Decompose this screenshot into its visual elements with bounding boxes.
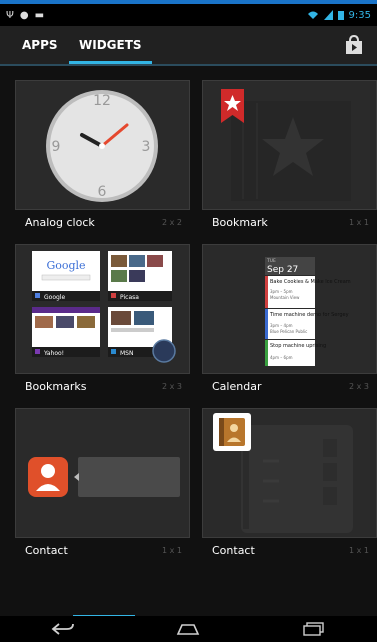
widget-size: 1 x 1 xyxy=(349,218,369,227)
event-time: 4pm – 6pm xyxy=(270,355,293,360)
bookmark-title: MSN xyxy=(120,350,133,357)
widget-grid: 12 3 6 9 Analog clock 2 x 2 Bookmark 1 x… xyxy=(0,66,377,616)
clock-12: 12 xyxy=(93,93,111,109)
status-bar: Ψ ● ▬ 9:35 xyxy=(0,4,377,26)
navigation-bar xyxy=(0,616,377,642)
bookmark-title: Picasa xyxy=(120,294,139,301)
event-title: Stop machine uprising xyxy=(270,343,326,349)
bookmark-title: Yahoo! xyxy=(43,350,64,357)
google-logo: Google xyxy=(46,259,85,272)
wifi-icon xyxy=(307,11,318,19)
event-title: Time machine demo for Sergey xyxy=(269,312,349,318)
status-time: 9:35 xyxy=(348,9,371,21)
widget-preview: TUE Sep 27 Bake Cookies & Make Ice Cream… xyxy=(202,244,377,374)
widget-label: Contact xyxy=(25,544,68,557)
widget-label: Bookmarks xyxy=(25,380,87,393)
bookmark-title: Google xyxy=(44,294,65,301)
clock-9: 9 xyxy=(52,139,61,155)
calendar-date: Sep 27 xyxy=(267,265,298,275)
calendar-preview: TUE Sep 27 Bake Cookies & Make Ice Cream… xyxy=(265,257,351,366)
widget-preview xyxy=(15,408,190,538)
calendar-day: TUE xyxy=(266,258,276,264)
widget-label: Calendar xyxy=(212,380,262,393)
notification-dot-icon: ● xyxy=(19,9,29,21)
widget-size: 1 x 1 xyxy=(349,546,369,555)
widget-preview: Google Google Picasa Yahoo! MSN xyxy=(15,244,190,374)
widget-size: 2 x 2 xyxy=(162,218,182,227)
event-time: 3pm – 4pm xyxy=(270,323,293,328)
widget-size: 2 x 3 xyxy=(349,382,369,391)
widget-label: Contact xyxy=(212,544,255,557)
widget-preview xyxy=(202,408,377,538)
recent-apps-icon[interactable] xyxy=(302,622,326,636)
battery-icon xyxy=(337,11,344,20)
tab-apps[interactable]: APPS xyxy=(22,26,58,64)
notification-cloud-icon: ▬ xyxy=(34,9,45,21)
widget-preview: 12 3 6 9 xyxy=(15,80,190,210)
event-place: Mountain View xyxy=(270,295,300,300)
analog-clock-icon: 12 3 6 9 xyxy=(46,90,158,202)
contact-book-preview xyxy=(213,413,353,533)
back-icon[interactable] xyxy=(51,622,75,636)
event-place: Blue Pelican Public xyxy=(270,329,307,334)
tab-widgets[interactable]: WIDGETS xyxy=(69,26,152,64)
clock-3: 3 xyxy=(142,139,151,155)
tab-bar: APPS WIDGETS xyxy=(0,26,377,66)
bookmark-icon xyxy=(221,89,351,201)
widget-preview xyxy=(202,80,377,210)
widget-size: 1 x 1 xyxy=(162,546,182,555)
usb-icon: Ψ xyxy=(6,9,14,21)
widget-label: Analog clock xyxy=(25,216,95,229)
clock-6: 6 xyxy=(98,184,107,200)
contact-preview xyxy=(28,457,180,497)
event-time: 3pm – 5pm xyxy=(270,289,293,294)
widget-size: 2 x 3 xyxy=(162,382,182,391)
bookmarks-preview: Google Google Picasa Yahoo! MSN xyxy=(32,251,176,363)
event-title: Bake Cookies & Make Ice Cream xyxy=(270,279,351,285)
home-icon[interactable] xyxy=(176,623,200,635)
play-store-icon[interactable] xyxy=(345,35,363,55)
signal-icon xyxy=(323,10,333,20)
widget-label: Bookmark xyxy=(212,216,268,229)
